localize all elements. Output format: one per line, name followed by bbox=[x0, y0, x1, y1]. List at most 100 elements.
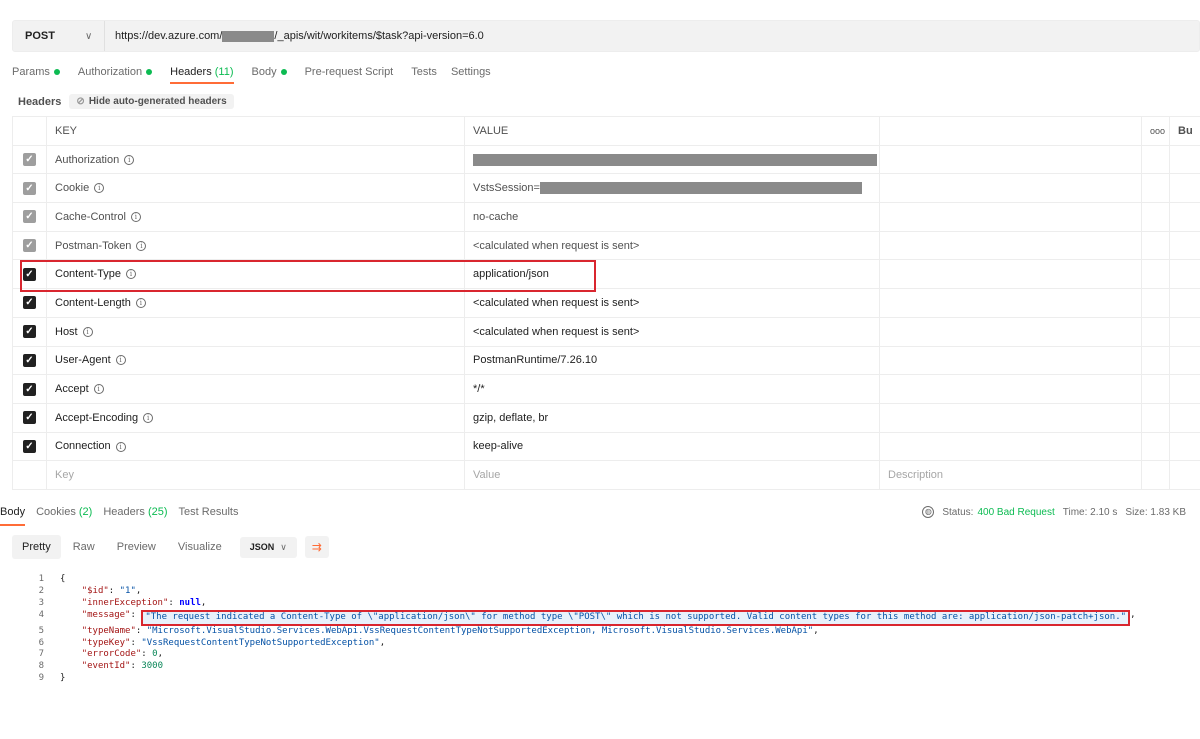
info-icon[interactable]: i bbox=[130, 212, 141, 222]
header-key: Cache-Control bbox=[55, 210, 126, 223]
url-suffix: /_apis/wit/workitems/$task?api-version=6… bbox=[274, 30, 484, 42]
table-row: ✓ User-Agent i PostmanRuntime/7.26.10 bbox=[12, 345, 1200, 376]
error-message-highlight: "The request indicated a Content-Type of… bbox=[141, 609, 1131, 626]
info-icon[interactable]: i bbox=[82, 326, 93, 337]
header-key: Authorization bbox=[55, 153, 120, 166]
info-icon[interactable]: i bbox=[136, 240, 147, 251]
header-value: */* bbox=[473, 383, 485, 396]
table-row: ✓ Content-Type i application/json bbox=[12, 259, 1200, 290]
checkbox[interactable]: ✓ bbox=[23, 210, 36, 224]
header-value: application/json bbox=[473, 268, 549, 281]
response-tabs: Body Cookies (2) Headers (25) Test Resul… bbox=[0, 506, 249, 526]
header-value: PostmanRuntime/7.26.10 bbox=[473, 354, 598, 367]
url-bar: POST ∨ https://dev.azure.com/ /_apis/wit… bbox=[12, 20, 1200, 52]
bulk-edit-button[interactable]: Bu bbox=[1169, 116, 1200, 146]
table-row: ✓ Content-Length i <calculated when reque… bbox=[12, 288, 1200, 318]
header-key: Content-Type bbox=[55, 268, 122, 281]
info-icon[interactable]: i bbox=[124, 154, 135, 165]
redacted-block bbox=[539, 182, 862, 195]
new-header-row: Key Value Description bbox=[12, 460, 1200, 490]
tab-headers[interactable]: Headers (11) bbox=[170, 66, 234, 84]
tab-response-body[interactable]: Body bbox=[0, 506, 26, 526]
status-dot-icon bbox=[53, 69, 60, 76]
header-value: <calculated when request is sent> bbox=[473, 239, 640, 252]
hide-auto-headers-button[interactable]: ⊘ Hide auto-generated headers bbox=[69, 94, 234, 109]
table-header-row: KEY VALUE ooo Bu bbox=[12, 116, 1200, 146]
tab-settings[interactable]: Settings bbox=[451, 66, 491, 82]
status-dot-icon bbox=[146, 69, 153, 76]
headers-label: Headers bbox=[18, 95, 62, 108]
view-pretty[interactable]: Pretty bbox=[12, 535, 61, 559]
info-icon[interactable]: i bbox=[115, 441, 126, 452]
headers-table: KEY VALUE ooo Bu ✓ Authorization i ✓ Cook… bbox=[12, 116, 1200, 490]
view-visualize[interactable]: Visualize bbox=[168, 535, 232, 559]
method-select[interactable]: POST ∨ bbox=[13, 21, 105, 51]
view-raw[interactable]: Raw bbox=[63, 535, 105, 559]
info-icon[interactable]: i bbox=[126, 269, 137, 280]
header-value: gzip, deflate, br bbox=[473, 411, 549, 424]
info-icon[interactable]: i bbox=[143, 412, 154, 423]
checkbox[interactable]: ✓ bbox=[23, 267, 36, 281]
tab-authorization[interactable]: Authorization bbox=[78, 66, 153, 82]
new-description-input[interactable]: Description bbox=[879, 460, 1142, 490]
table-row: ✓ Connection i keep-alive bbox=[12, 431, 1200, 462]
response-status: ◍ Status: 400 Bad Request Time: 2.10 s S… bbox=[922, 506, 1186, 518]
status-dot-icon bbox=[280, 69, 287, 76]
more-options-icon[interactable]: ooo bbox=[1141, 116, 1170, 146]
status-code: 400 Bad Request bbox=[977, 506, 1055, 518]
tab-cookies[interactable]: Cookies (2) bbox=[36, 506, 92, 522]
checkbox[interactable]: ✓ bbox=[23, 411, 36, 425]
info-icon[interactable]: i bbox=[115, 355, 126, 366]
header-key: Accept-Encoding bbox=[55, 411, 139, 424]
tab-params[interactable]: Params bbox=[12, 66, 60, 82]
table-row: ✓ Accept-Encoding i gzip, deflate, br bbox=[12, 402, 1200, 433]
col-description bbox=[879, 116, 1142, 146]
table-row: ✓ Authorization i bbox=[12, 144, 1200, 175]
response-time: Time: 2.10 s bbox=[1062, 506, 1118, 518]
tab-test-results[interactable]: Test Results bbox=[179, 506, 239, 522]
tab-body[interactable]: Body bbox=[252, 66, 287, 82]
info-icon[interactable]: i bbox=[93, 384, 104, 395]
view-toolbar: Pretty Raw Preview Visualize JSON ∨ ⇉ bbox=[12, 535, 329, 559]
checkbox[interactable]: ✓ bbox=[23, 353, 36, 367]
status-label: Status: bbox=[942, 506, 974, 518]
method-label: POST bbox=[25, 30, 55, 42]
table-row: ✓ Host i <calculated when request is sent… bbox=[12, 316, 1200, 347]
url-input[interactable]: https://dev.azure.com/ /_apis/wit/workit… bbox=[105, 30, 484, 42]
table-row: ✓ Cache-Control i no-cache bbox=[12, 202, 1200, 232]
globe-icon[interactable]: ◍ bbox=[922, 506, 935, 518]
checkbox[interactable]: ✓ bbox=[23, 153, 36, 167]
new-key-input[interactable]: Key bbox=[46, 460, 465, 490]
checkbox[interactable]: ✓ bbox=[23, 181, 36, 195]
header-key: Host bbox=[55, 325, 78, 338]
info-icon[interactable]: i bbox=[135, 298, 146, 309]
info-icon[interactable]: i bbox=[94, 183, 105, 194]
header-value: VstsSession= bbox=[473, 182, 540, 195]
header-key: User-Agent bbox=[55, 354, 111, 367]
chevron-down-icon: ∨ bbox=[84, 30, 93, 42]
redacted-block bbox=[222, 30, 275, 42]
wrap-lines-icon[interactable]: ⇉ bbox=[304, 536, 329, 558]
checkbox[interactable]: ✓ bbox=[23, 296, 36, 310]
table-row: ✓ Accept i */* bbox=[12, 374, 1200, 404]
tab-tests[interactable]: Tests bbox=[411, 66, 437, 82]
header-value: <calculated when request is sent> bbox=[473, 296, 640, 309]
table-row: ✓ Postman-Token i <calculated when reques… bbox=[12, 230, 1200, 261]
checkbox[interactable]: ✓ bbox=[23, 239, 36, 253]
header-key: Postman-Token bbox=[55, 239, 132, 252]
response-size: Size: 1.83 KB bbox=[1125, 506, 1186, 518]
col-value: VALUE bbox=[464, 116, 880, 146]
new-value-input[interactable]: Value bbox=[464, 460, 880, 490]
view-preview[interactable]: Preview bbox=[107, 535, 166, 559]
tab-pre-request-script[interactable]: Pre-request Script bbox=[305, 66, 394, 82]
header-value: <calculated when request is sent> bbox=[473, 325, 640, 338]
checkbox[interactable]: ✓ bbox=[23, 439, 36, 453]
header-key: Content-Length bbox=[55, 296, 131, 309]
request-tabs: Params Authorization Headers (11) Body P… bbox=[12, 66, 509, 84]
format-select[interactable]: JSON ∨ bbox=[239, 536, 297, 558]
url-prefix: https://dev.azure.com/ bbox=[115, 30, 223, 42]
table-row: ✓ Cookie i VstsSession= bbox=[12, 173, 1200, 204]
checkbox[interactable]: ✓ bbox=[23, 382, 36, 396]
tab-response-headers[interactable]: Headers (25) bbox=[103, 506, 167, 522]
checkbox[interactable]: ✓ bbox=[23, 325, 36, 339]
